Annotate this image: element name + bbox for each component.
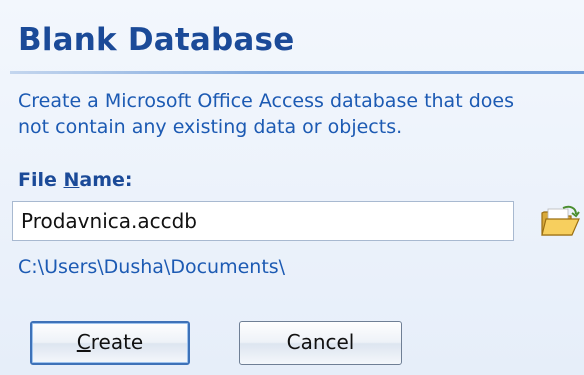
- description-text: Create a Microsoft Office Access databas…: [18, 88, 584, 140]
- cancel-button[interactable]: Cancel: [239, 321, 402, 365]
- cancel-button-label: Cancel: [286, 330, 355, 354]
- title-divider: [10, 71, 584, 74]
- browse-folder-button[interactable]: [539, 204, 581, 240]
- file-name-label: File Name:: [18, 169, 133, 191]
- file-name-label-start: File: [18, 169, 64, 191]
- create-button-label: reate: [90, 330, 144, 354]
- create-button[interactable]: Create: [30, 321, 190, 365]
- description-line-2: not contain any existing data or objects…: [18, 116, 403, 138]
- folder-open-icon: [541, 205, 580, 236]
- file-name-label-accelerator: N: [63, 169, 80, 191]
- blank-database-panel: Blank Database Create a Microsoft Office…: [0, 0, 584, 375]
- save-location-path: C:\Users\Dusha\Documents\: [18, 256, 286, 278]
- panel-title: Blank Database: [18, 22, 295, 58]
- file-name-input[interactable]: [12, 201, 514, 241]
- description-line-1: Create a Microsoft Office Access databas…: [18, 90, 514, 112]
- file-name-label-end: ame:: [79, 169, 133, 191]
- create-button-accelerator: C: [76, 330, 91, 354]
